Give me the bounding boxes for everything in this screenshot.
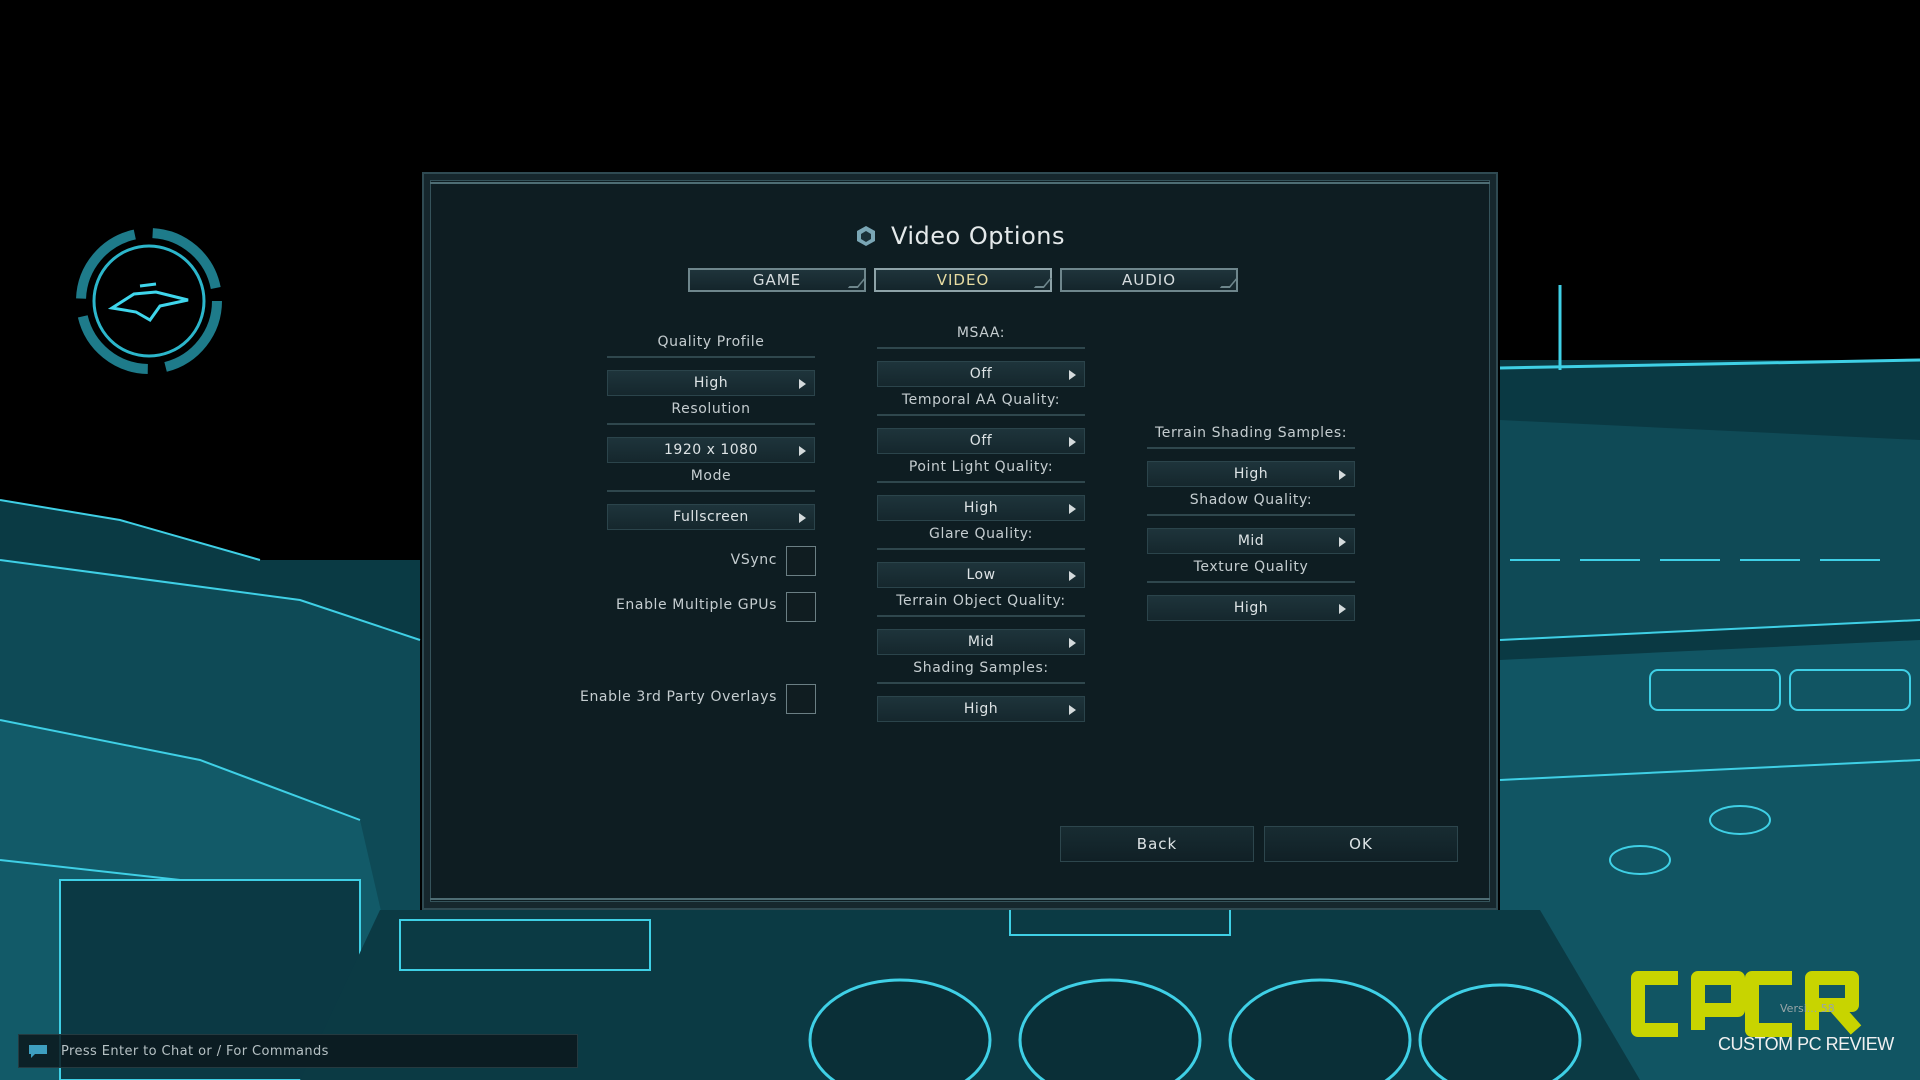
quality-profile-label: Quality Profile: [607, 334, 815, 358]
point-light-label: Point Light Quality:: [877, 459, 1085, 483]
triangle-right-icon: [1069, 638, 1076, 648]
terrain-shading-dropdown[interactable]: High: [1147, 461, 1355, 487]
chat-bar[interactable]: Press Enter to Chat or / For Commands: [18, 1034, 578, 1068]
tab-audio[interactable]: AUDIO: [1060, 268, 1238, 292]
msaa-label: MSAA:: [877, 325, 1085, 349]
multi-gpu-label: Enable Multiple GPUs: [615, 597, 777, 613]
triangle-right-icon: [1069, 705, 1076, 715]
terrain-object-label: Terrain Object Quality:: [877, 593, 1085, 617]
terrain-shading-value: High: [1233, 466, 1269, 482]
terrain-shading-label: Terrain Shading Samples:: [1147, 425, 1355, 449]
dialog-header: Video Options: [424, 216, 1496, 256]
video-options-dialog: Video Options GAME VIDEO AUDIO Quality P…: [422, 172, 1498, 910]
point-light-value: High: [963, 500, 999, 516]
temporal-aa-dropdown[interactable]: Off: [877, 428, 1085, 454]
tab-bar: GAME VIDEO AUDIO: [688, 268, 1238, 292]
dialog-title: Video Options: [891, 222, 1065, 250]
resolution-dropdown[interactable]: 1920 x 1080: [607, 437, 815, 463]
terrain-object-value: Mid: [967, 634, 995, 650]
point-light-dropdown[interactable]: High: [877, 495, 1085, 521]
texture-quality-label: Texture Quality: [1147, 559, 1355, 583]
mode-label: Mode: [607, 468, 815, 492]
chat-prompt: Press Enter to Chat or / For Commands: [61, 1043, 329, 1059]
shading-samples-label: Shading Samples:: [877, 660, 1085, 684]
ship-icon: [76, 228, 222, 374]
triangle-right-icon: [1069, 437, 1076, 447]
triangle-right-icon: [1339, 470, 1346, 480]
triangle-right-icon: [799, 513, 806, 523]
version-text: Versi... 58: [1780, 1002, 1835, 1015]
triangle-right-icon: [1339, 604, 1346, 614]
glare-dropdown[interactable]: Low: [877, 562, 1085, 588]
texture-quality-dropdown[interactable]: High: [1147, 595, 1355, 621]
shading-samples-dropdown[interactable]: High: [877, 696, 1085, 722]
terrain-object-dropdown[interactable]: Mid: [877, 629, 1085, 655]
triangle-right-icon: [1069, 370, 1076, 380]
overlays-checkbox[interactable]: [786, 684, 816, 714]
shadow-quality-dropdown[interactable]: Mid: [1147, 528, 1355, 554]
quality-profile-dropdown[interactable]: High: [607, 370, 815, 396]
msaa-value: Off: [969, 366, 993, 382]
texture-quality-value: High: [1233, 600, 1269, 616]
temporal-aa-value: Off: [969, 433, 993, 449]
cpcr-logo: [1631, 971, 1862, 1037]
back-button[interactable]: Back: [1060, 826, 1254, 862]
shadow-quality-label: Shadow Quality:: [1147, 492, 1355, 516]
overlays-label: Enable 3rd Party Overlays: [580, 689, 777, 705]
vsync-label: VSync: [730, 552, 777, 568]
ok-button[interactable]: OK: [1264, 826, 1458, 862]
hexagon-emblem-icon: [857, 226, 875, 246]
triangle-right-icon: [1069, 504, 1076, 514]
mode-dropdown[interactable]: Fullscreen: [607, 504, 815, 530]
resolution-label: Resolution: [607, 401, 815, 425]
multi-gpu-checkbox[interactable]: [786, 592, 816, 622]
triangle-right-icon: [1339, 537, 1346, 547]
mode-value: Fullscreen: [673, 509, 749, 525]
shadow-quality-value: Mid: [1237, 533, 1265, 549]
glare-value: Low: [966, 567, 996, 583]
temporal-aa-label: Temporal AA Quality:: [877, 392, 1085, 416]
triangle-right-icon: [799, 379, 806, 389]
msaa-dropdown[interactable]: Off: [877, 361, 1085, 387]
logo-subtitle: CUSTOM PC REVIEW: [1718, 1034, 1894, 1054]
chat-bubble-icon: [29, 1045, 47, 1058]
triangle-right-icon: [1069, 571, 1076, 581]
vsync-checkbox[interactable]: [786, 546, 816, 576]
tab-game[interactable]: GAME: [688, 268, 866, 292]
glare-label: Glare Quality:: [877, 526, 1085, 550]
quality-profile-value: High: [693, 375, 729, 391]
triangle-right-icon: [799, 446, 806, 456]
tab-video[interactable]: VIDEO: [874, 268, 1052, 292]
shading-samples-value: High: [963, 701, 999, 717]
resolution-value: 1920 x 1080: [664, 442, 758, 458]
